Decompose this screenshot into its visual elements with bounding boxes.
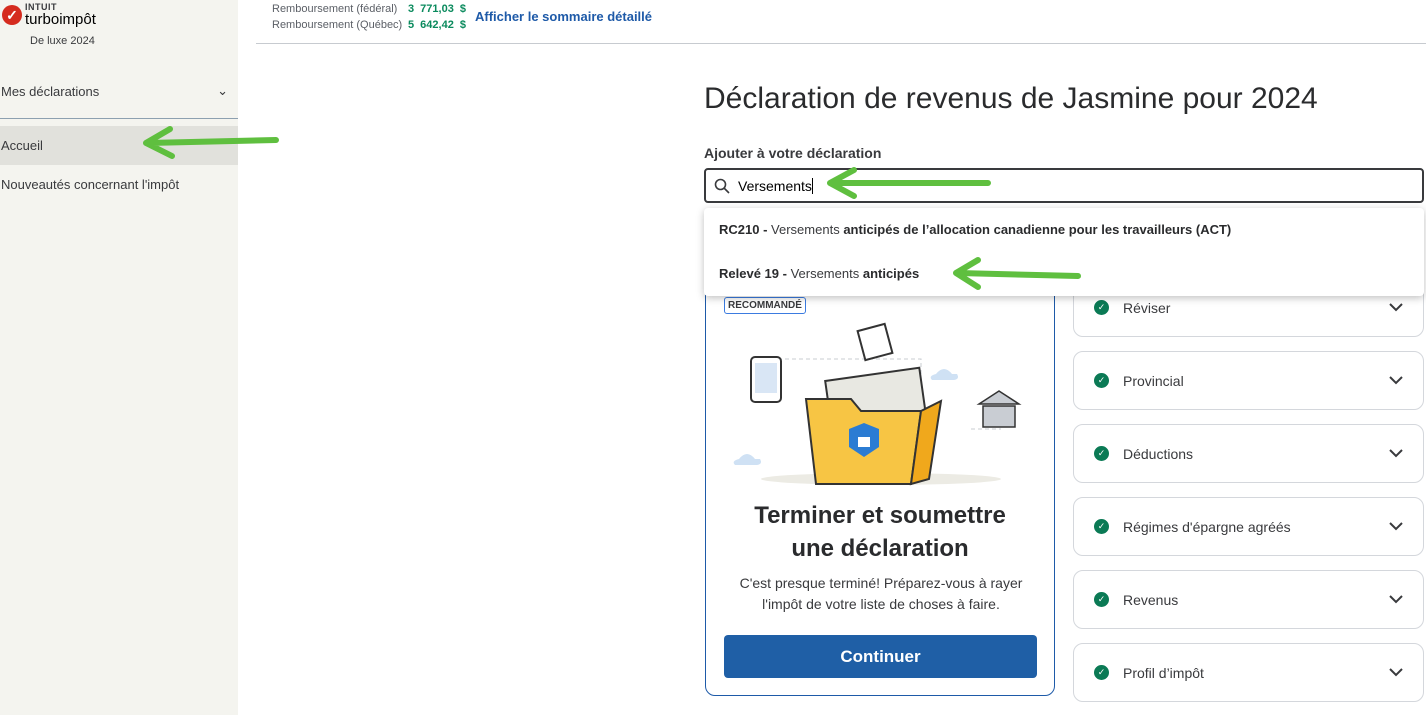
- annotation-arrow-icon: [143, 126, 279, 159]
- finish-submit-card: RECOMMANDÉ Terminer et soumettre une déc…: [705, 270, 1055, 696]
- suggestion-releve-19[interactable]: Relevé 19 - Versements anticipés: [719, 266, 919, 281]
- folder-illustration-icon: [733, 322, 1022, 486]
- section-accordion[interactable]: ✓ Déductions: [1073, 424, 1424, 483]
- federal-refund-amount: 3 771,03 $: [408, 3, 466, 15]
- sidebar-item-tax-news[interactable]: Nouveautés concernant l'impôt: [0, 165, 238, 204]
- check-circle-icon: ✓: [1094, 665, 1109, 680]
- quebec-refund-amount: 5 642,42 $: [408, 19, 466, 31]
- my-returns-menu[interactable]: Mes déclarations ⌄: [0, 78, 238, 104]
- check-circle-icon: ✓: [1094, 300, 1109, 315]
- turboimpot-logo[interactable]: ✓ INTUIT turboimpôt: [2, 3, 96, 27]
- section-accordion[interactable]: ✓ Provincial: [1073, 351, 1424, 410]
- chevron-down-icon: [1389, 449, 1403, 458]
- check-circle-icon: ✓: [1094, 592, 1109, 607]
- logo-brand: turboimpôt: [25, 11, 96, 28]
- section-accordion[interactable]: ✓ Profil d’impôt: [1073, 643, 1424, 702]
- card-title: Terminer et soumettre une déclaration: [754, 502, 1006, 562]
- federal-refund-label: Remboursement (fédéral): [272, 3, 398, 15]
- section-accordion[interactable]: ✓ Régimes d'épargne agréés: [1073, 497, 1424, 556]
- chevron-down-icon: [1389, 376, 1403, 385]
- my-returns-label: Mes déclarations: [1, 83, 100, 99]
- continue-button[interactable]: Continuer: [724, 635, 1037, 678]
- checkmark-logo-icon: ✓: [2, 5, 22, 25]
- suggestion-rc210[interactable]: RC210 - Versements anticipés de l’alloca…: [719, 222, 1231, 237]
- annotation-arrow-icon: [827, 167, 991, 199]
- chevron-down-icon: ⌄: [217, 83, 228, 98]
- chevron-down-icon: [1389, 303, 1403, 312]
- search-input[interactable]: Versements: [704, 168, 1424, 203]
- section-label: Régimes d'épargne agréés: [1123, 518, 1291, 535]
- chevron-down-icon: [1389, 668, 1403, 677]
- quebec-refund-label: Remboursement (Québec): [272, 19, 403, 31]
- search-icon: [714, 178, 730, 194]
- detailed-summary-link[interactable]: Afficher le sommaire détaillé: [475, 9, 652, 24]
- sidebar: ✓ INTUIT turboimpôt De luxe 2024 Mes décl…: [0, 0, 238, 715]
- chevron-down-icon: [1389, 595, 1403, 604]
- add-to-return-label: Ajouter à votre déclaration: [704, 145, 882, 161]
- section-label: Provincial: [1123, 372, 1184, 389]
- refund-header: Remboursement (fédéral) 3 771,03 $ Rembo…: [256, 0, 1426, 44]
- section-label: Profil d’impôt: [1123, 664, 1204, 681]
- divider: [0, 118, 238, 119]
- annotation-arrow-icon: [953, 257, 1081, 290]
- check-circle-icon: ✓: [1094, 519, 1109, 534]
- section-label: Réviser: [1123, 299, 1171, 316]
- recommended-badge: RECOMMANDÉ: [724, 297, 806, 314]
- edition-label: De luxe 2024: [30, 35, 95, 47]
- section-label: Revenus: [1123, 591, 1179, 608]
- card-description: C'est presque terminé! Préparez-vous à r…: [739, 575, 1023, 612]
- page-title: Déclaration de revenus de Jasmine pour 2…: [704, 82, 1318, 115]
- check-circle-icon: ✓: [1094, 373, 1109, 388]
- chevron-down-icon: [1389, 522, 1403, 531]
- section-accordion[interactable]: ✓ Revenus: [1073, 570, 1424, 629]
- search-value: Versements: [738, 177, 812, 194]
- section-label: Déductions: [1123, 445, 1194, 462]
- check-circle-icon: ✓: [1094, 446, 1109, 461]
